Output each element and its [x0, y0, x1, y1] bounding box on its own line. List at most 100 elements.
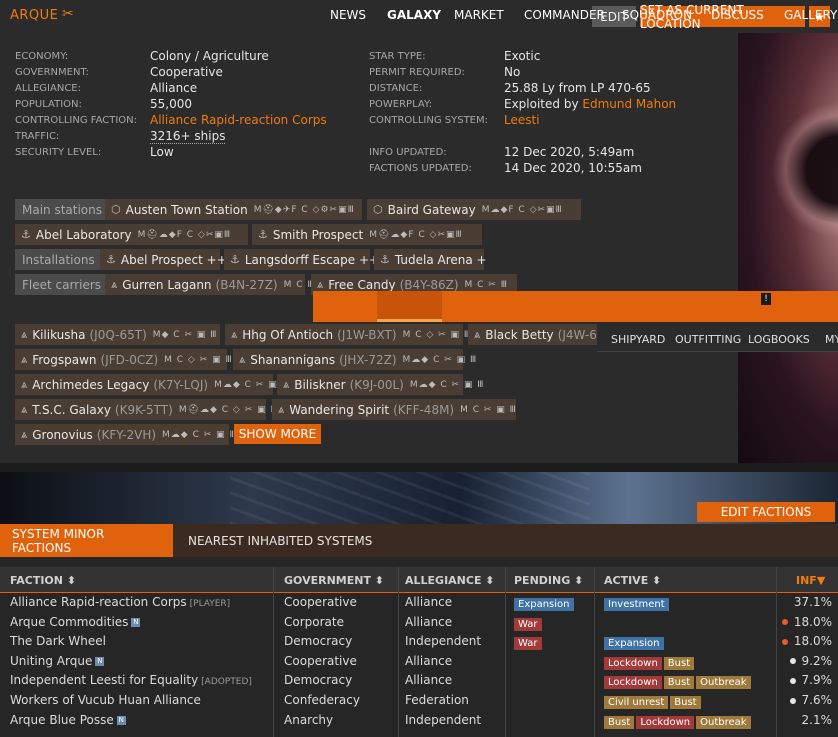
carrier-chip[interactable]: ⩓ Archimedes Legacy (K7Y-LQJ) M☁◆ C ✂ ▣ Ⅲ: [15, 374, 288, 395]
faction-name[interactable]: Arque Commodities: [10, 615, 128, 629]
nav-commander[interactable]: COMMANDER: [524, 8, 605, 22]
notes-icon[interactable]: N: [131, 617, 141, 627]
traffic-value[interactable]: 3216+ ships: [150, 129, 226, 144]
category-installations: Installations: [15, 249, 102, 270]
station-austen-town[interactable]: ⬡ Austen Town Station M⛑◆✈F C ◇⚙✂▣Ⅲ: [105, 199, 362, 220]
subnav-shipyard[interactable]: SHIPYARD: [611, 333, 665, 346]
header-active[interactable]: ACTIVE ⬍: [604, 574, 661, 587]
installation-langsdorff[interactable]: ⚓ Langsdorff Escape ++: [224, 249, 379, 270]
active-cell: Lockdown Bust Outbreak: [604, 674, 753, 690]
header-influence[interactable]: INF▼: [796, 574, 825, 587]
installation-icon: ⚓: [106, 253, 116, 266]
fleet-carrier-icon: ⩓: [283, 377, 290, 391]
faction-name[interactable]: Independent Leesti for Equality: [10, 673, 198, 687]
nav-gallery[interactable]: GALLERY: [784, 8, 837, 22]
notification-badge: !: [761, 293, 771, 305]
controlling-system-link[interactable]: Leesti: [504, 113, 540, 127]
pending-cell: War: [514, 616, 544, 631]
table-row[interactable]: Uniting Arque N Cooperative Alliance Lockdow…: [0, 652, 838, 671]
faction-name[interactable]: The Dark Wheel: [10, 634, 106, 648]
economy-value: Colony / Agriculture: [150, 49, 269, 63]
carrier-chip[interactable]: ⩓ Biliskner (K9J-00L) M☁◆ C ✂ ▣ Ⅲ: [277, 374, 484, 395]
nav-galaxy[interactable]: GALAXY: [387, 8, 441, 22]
economy-key: ECONOMY:: [15, 51, 69, 62]
edit-factions-button[interactable]: EDIT FACTIONS: [697, 502, 835, 522]
table-row[interactable]: Alliance Rapid-reaction Corps [PLAYER] Coo…: [0, 593, 838, 612]
distance-key: DISTANCE:: [369, 83, 423, 94]
nav-active-indicator: [377, 319, 442, 322]
active-cell: Bust Lockdown Outbreak: [604, 714, 753, 729]
controlling-faction-link[interactable]: Alliance Rapid-reaction Corps: [150, 113, 327, 127]
faction-name[interactable]: Arque Blue Posse: [10, 713, 114, 727]
carrier-name: Archimedes Legacy: [32, 377, 150, 392]
table-row[interactable]: Arque Commodities N Corporate Alliance War 18…: [0, 613, 838, 632]
carrier-chip[interactable]: ⩓ Black Betty(J4W-63: [468, 324, 597, 345]
population-value: 55,000: [150, 97, 192, 111]
tab-nearest-inhabited[interactable]: NEAREST INHABITED SYSTEMS: [176, 524, 384, 557]
table-row[interactable]: Workers of Vucub Huan Alliance Confederac…: [0, 691, 838, 710]
info-updated-key: INFO UPDATED:: [369, 147, 447, 158]
subnav-my[interactable]: MY: [825, 333, 838, 346]
carrier-chip[interactable]: ⩓ Gurren Lagann (B4N-27Z) M C Ⅲ: [105, 274, 314, 295]
header-government[interactable]: GOVERNMENT ⬍: [284, 574, 384, 587]
nav-active-background: [377, 291, 442, 322]
nav-market[interactable]: MARKET: [454, 8, 504, 22]
active-cell: Expansion: [604, 635, 666, 651]
subnav-outfitting[interactable]: OUTFITTING: [675, 333, 741, 346]
carrier-chip[interactable]: ⩓ Hhg Of Antioch (J1W-BXT) M C ◇ ✂ ▣ Ⅲ: [225, 324, 470, 345]
active-cell: Investment: [604, 596, 671, 611]
state-badge: Expansion: [514, 598, 574, 611]
faction-name[interactable]: Alliance Rapid-reaction Corps: [10, 595, 187, 609]
powerplay-link[interactable]: Edmund Mahon: [582, 97, 676, 111]
station-abel-laboratory[interactable]: ⚓ Abel Laboratory M⛑☁◆F C ◇✂▣Ⅲ: [15, 224, 248, 245]
carrier-chip[interactable]: ⩓ Shanannigans (JHX-72Z) M☁◆ C ✂ ▣ Ⅲ: [233, 349, 476, 370]
table-row[interactable]: The Dark Wheel Democracy Independent War Exp…: [0, 632, 838, 651]
table-row[interactable]: Independent Leesti for Equality [ADOPTED]…: [0, 671, 838, 690]
carrier-chip[interactable]: ⩓ Gronovius (KFY-2VH) M☁◆ C ✂ ▣ Ⅲ: [15, 424, 236, 445]
notes-icon[interactable]: N: [116, 715, 126, 725]
faction-name[interactable]: Uniting Arque: [10, 654, 92, 668]
header-allegiance[interactable]: ALLEGIANCE ⬍: [405, 574, 495, 587]
carrier-chip[interactable]: ⩓ Kilikusha (J0Q-65T) M◆ C ✂ ▣ Ⅲ: [15, 324, 220, 345]
carrier-code: (JHX-72Z): [339, 352, 397, 367]
nav-news[interactable]: NEWS: [330, 8, 366, 22]
nav-squadron[interactable]: SQUADRON: [622, 8, 692, 22]
fleet-carrier-icon: ⩓: [111, 277, 118, 291]
faction-cell: Alliance Rapid-reaction Corps [PLAYER]: [10, 595, 230, 609]
fleet-carrier-icon: ⩓: [239, 352, 246, 366]
carrier-chip[interactable]: ⩓ Frogspawn (JFD-0CZ) M C ◇ ✂ ▣ Ⅲ: [15, 349, 232, 370]
notes-icon[interactable]: N: [95, 656, 105, 666]
installation-abel-prospect[interactable]: ⚓ Abel Prospect ++: [100, 249, 227, 270]
state-badge: Civil unrest: [604, 696, 669, 709]
scissors-icon[interactable]: ✂: [62, 6, 74, 22]
installation-icon: ⚓: [230, 253, 240, 266]
station-baird-gateway[interactable]: ⬡ Baird Gateway M☁◆F C ◇✂▣Ⅲ: [367, 199, 581, 220]
table-row[interactable]: Arque Blue Posse N Anarchy Independent Bust L…: [0, 711, 838, 730]
subnav-logbooks[interactable]: LOGBOOKS: [748, 333, 810, 346]
header-pending[interactable]: PENDING ⬍: [514, 574, 583, 587]
coriolis-icon: ⬡: [373, 203, 383, 216]
show-more-button[interactable]: SHOW MORE: [234, 424, 321, 444]
state-badge: Expansion: [604, 637, 664, 651]
carrier-name: Free Candy: [328, 277, 396, 292]
influence-trend-icon: [789, 677, 796, 684]
nav-discuss[interactable]: DISCUSS: [711, 8, 764, 22]
coriolis-icon: ⬡: [111, 203, 121, 216]
carrier-chip[interactable]: ⩓ Wandering Spirit (KFF-48M) M C ✂ ▣ Ⅲ: [272, 399, 516, 420]
faction-cell: The Dark Wheel: [10, 634, 106, 648]
tab-system-minor-factions[interactable]: SYSTEM MINOR FACTIONS: [0, 524, 173, 557]
station-smith-prospect[interactable]: ⚓ Smith Prospect M⛑☁◆F C ◇✂▣Ⅲ: [252, 224, 482, 245]
fleet-carrier-icon: ⩓: [231, 327, 238, 341]
government-cell: Corporate: [284, 614, 344, 629]
influence-cell: 7.9%: [789, 673, 832, 687]
carrier-chip[interactable]: ⩓ T.S.C. Galaxy (K9K-5TT) M⛑☁◆ C ◇ ✂ ▣ Ⅲ: [15, 399, 277, 420]
station-name: Abel Laboratory: [35, 227, 132, 242]
faction-name[interactable]: Workers of Vucub Huan Alliance: [10, 693, 201, 707]
government-cell: Cooperative: [284, 595, 357, 609]
header-faction[interactable]: FACTION ⬍: [10, 574, 76, 587]
government-key: GOVERNMENT:: [15, 67, 89, 78]
faction-tag: [ADOPTED]: [201, 677, 252, 688]
pending-cell: War: [514, 635, 544, 651]
state-badge: Investment: [604, 598, 669, 611]
installation-tudela[interactable]: ⚓ Tudela Arena +: [374, 249, 487, 270]
